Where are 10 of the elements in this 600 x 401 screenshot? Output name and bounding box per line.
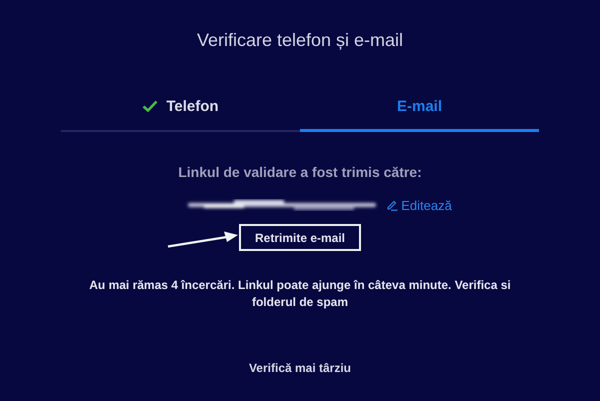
tab[interactable]: E-mail <box>300 89 539 132</box>
sent-message: Linkul de validare a fost trimis către: <box>178 164 422 180</box>
pencil-icon <box>386 199 398 211</box>
resend-button[interactable]: Retrimite e-mail <box>238 224 362 251</box>
later-link[interactable]: Verifică mai târziu <box>248 361 352 375</box>
dialog-title: Verificare telefon și e-mail <box>196 30 404 51</box>
edit-link[interactable]: Editează <box>386 198 452 212</box>
tab[interactable]: Telefon <box>61 89 300 132</box>
checkmark-icon <box>142 100 158 112</box>
info-message: Au mai rămas 4 încercări. Linkul poate ajunge în câteva minute. Verifica si folderul de spam <box>88 277 512 311</box>
